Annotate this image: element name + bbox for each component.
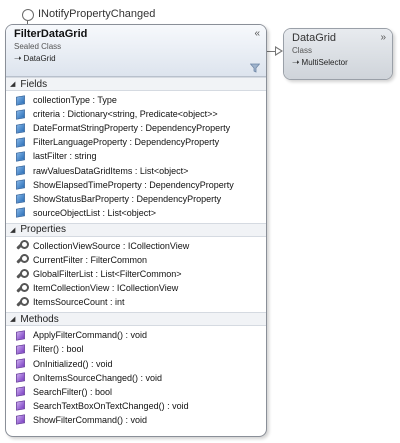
funnel-icon[interactable] <box>250 63 260 73</box>
base-class-box[interactable]: DataGrid Class ➝ MultiSelector » <box>283 28 393 80</box>
base-class-stereotype: Class <box>292 46 313 55</box>
method-icon <box>16 330 25 341</box>
method-item[interactable]: ShowFilterCommand() : void <box>6 413 266 427</box>
field-icon <box>16 151 25 162</box>
main-class-title: FilterDataGrid <box>14 28 88 40</box>
method-icon <box>16 400 25 412</box>
interface-label: INotifyPropertyChanged <box>38 8 156 20</box>
base-class-base: ➝ MultiSelector <box>292 57 386 68</box>
method-icon <box>16 386 25 397</box>
base-class-title: DataGrid <box>292 32 337 44</box>
method-item[interactable]: OnInitialized() : void <box>6 357 266 371</box>
properties-list: CollectionViewSource : ICollectionView Cu… <box>6 237 266 312</box>
property-item[interactable]: ItemsSourceCount : int <box>6 295 266 309</box>
method-icon <box>16 344 25 355</box>
field-item[interactable]: rawValuesDataGridItems : List<object> <box>6 163 266 177</box>
method-item-label: OnItemsSourceChanged() : void <box>33 372 163 383</box>
main-class-stereotype: Sealed Class <box>14 42 62 51</box>
field-icon <box>16 137 25 148</box>
property-icon <box>15 254 29 265</box>
field-item[interactable]: ShowStatusBarProperty : DependencyProper… <box>6 192 266 206</box>
base-class-header: DataGrid Class ➝ MultiSelector » <box>284 29 392 79</box>
method-item[interactable]: SearchTextBoxOnTextChanged() : void <box>6 399 266 413</box>
method-item-label: ApplyFilterCommand() : void <box>33 330 148 341</box>
method-item-label: OnInitialized() : void <box>33 358 113 369</box>
method-item[interactable]: ApplyFilterCommand() : void <box>6 328 266 342</box>
property-item[interactable]: CollectionViewSource : ICollectionView <box>6 239 266 253</box>
collapse-button[interactable]: « <box>254 28 260 39</box>
method-item[interactable]: Filter() : bool <box>6 342 266 356</box>
field-item[interactable]: ShowElapsedTimeProperty : DependencyProp… <box>6 178 266 192</box>
method-item-label: Filter() : bool <box>33 344 84 355</box>
method-icon <box>16 358 25 369</box>
main-class-box: FilterDataGrid Sealed Class ➝ DataGrid «… <box>5 24 267 437</box>
interface-icon <box>22 9 34 21</box>
property-item-label: GlobalFilterList : List<FilterCommon> <box>33 269 182 280</box>
property-item-label: CurrentFilter : FilterCommon <box>33 254 148 265</box>
method-item[interactable]: SearchFilter() : bool <box>6 385 266 399</box>
field-item-label: criteria : Dictionary<string, Predicate<… <box>33 109 218 120</box>
field-item-label: rawValuesDataGridItems : List<object> <box>33 165 189 176</box>
method-item[interactable]: OnItemsSourceChanged() : void <box>6 371 266 385</box>
property-item-label: CollectionViewSource : ICollectionView <box>33 240 190 251</box>
main-class-header: FilterDataGrid Sealed Class ➝ DataGrid « <box>6 25 266 77</box>
property-icon <box>15 240 29 251</box>
method-item-label: SearchFilter() : bool <box>33 386 113 397</box>
properties-section-label: Properties <box>20 224 66 236</box>
field-item-label: lastFilter : string <box>33 151 97 162</box>
field-icon <box>16 179 25 190</box>
field-icon <box>16 94 25 106</box>
main-class-base-label: DataGrid <box>23 54 56 63</box>
field-item-label: DateFormatStringProperty : DependencyPro… <box>33 123 231 134</box>
triangle-down-icon: ◢ <box>10 81 16 88</box>
field-icon <box>16 193 25 204</box>
main-class-base: ➝ DataGrid <box>14 53 260 64</box>
base-class-base-label: MultiSelector <box>301 58 348 67</box>
field-item-label: ShowStatusBarProperty : DependencyProper… <box>33 193 222 204</box>
properties-section-header[interactable]: ◢ Properties <box>6 222 266 237</box>
property-icon <box>15 268 29 280</box>
field-item-label: FilterLanguageProperty : DependencyPrope… <box>33 137 220 148</box>
field-icon <box>16 108 25 120</box>
field-item-label: ShowElapsedTimeProperty : DependencyProp… <box>33 179 234 190</box>
property-item[interactable]: ItemCollectionView : ICollectionView <box>6 281 266 295</box>
field-icon <box>16 123 25 134</box>
property-item-label: ItemCollectionView : ICollectionView <box>33 283 179 294</box>
method-icon <box>16 372 25 383</box>
field-item[interactable]: FilterLanguageProperty : DependencyPrope… <box>6 135 266 149</box>
field-item[interactable]: collectionType : Type <box>6 93 266 107</box>
fields-section-label: Fields <box>20 78 48 90</box>
field-item[interactable]: sourceObjectList : List<object> <box>6 206 266 220</box>
field-icon <box>16 207 25 218</box>
method-icon <box>16 414 25 426</box>
field-item[interactable]: DateFormatStringProperty : DependencyPro… <box>6 121 266 135</box>
property-item[interactable]: GlobalFilterList : List<FilterCommon> <box>6 267 266 281</box>
expand-button[interactable]: » <box>380 32 386 43</box>
field-item[interactable]: criteria : Dictionary<string, Predicate<… <box>6 107 266 121</box>
method-item-label: ShowFilterCommand() : void <box>33 414 148 425</box>
inherits-icon: ➝ <box>14 53 22 63</box>
fields-list: collectionType : Type criteria : Dictiona… <box>6 91 266 223</box>
triangle-down-icon: ◢ <box>10 316 16 324</box>
methods-list: ApplyFilterCommand() : void Filter() : bo… <box>6 326 266 430</box>
methods-section-header[interactable]: ◢ Methods <box>6 312 266 327</box>
field-icon <box>16 165 25 176</box>
property-icon <box>15 296 29 308</box>
method-item-label: SearchTextBoxOnTextChanged() : void <box>33 400 189 411</box>
property-icon <box>15 282 29 294</box>
methods-section-label: Methods <box>20 313 59 325</box>
triangle-down-icon: ◢ <box>10 226 16 234</box>
property-item-label: ItemsSourceCount : int <box>33 297 125 308</box>
property-item[interactable]: CurrentFilter : FilterCommon <box>6 253 266 267</box>
fields-section-header[interactable]: ◢ Fields <box>6 77 266 91</box>
field-item[interactable]: lastFilter : string <box>6 149 266 163</box>
inherits-icon: ➝ <box>292 57 300 67</box>
field-item-label: collectionType : Type <box>33 95 117 106</box>
field-item-label: sourceObjectList : List<object> <box>33 207 157 218</box>
